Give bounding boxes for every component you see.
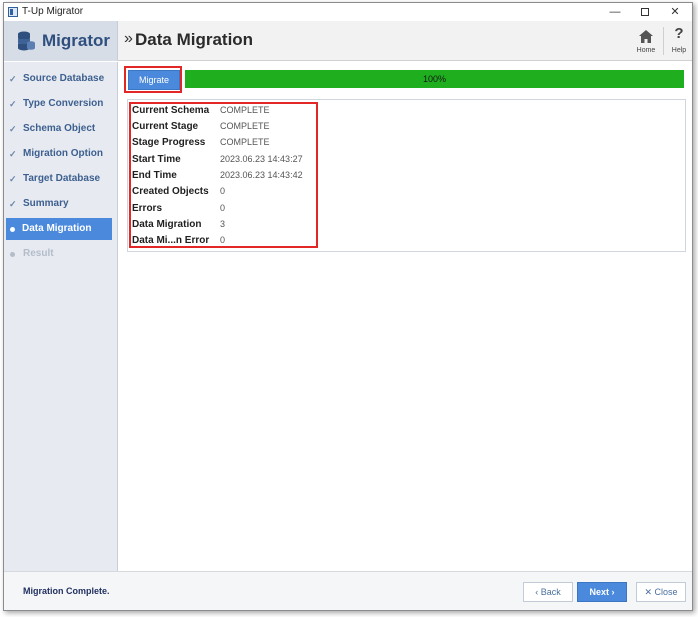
status-row-created-objects: Created Objects 0	[132, 186, 312, 202]
status-key: Current Schema	[132, 105, 210, 116]
status-key: End Time	[132, 170, 177, 181]
close-button[interactable]: ✕ Close	[636, 582, 686, 602]
sidebar-item-label: Migration Option	[23, 148, 103, 159]
sidebar-item-schema-object[interactable]: ✓ Schema Object	[4, 118, 112, 140]
status-value: 0	[220, 203, 226, 213]
sidebar-item-label: Summary	[23, 198, 69, 209]
maximize-button[interactable]	[630, 3, 660, 21]
help-label: Help	[671, 47, 687, 54]
status-value: 3	[220, 219, 226, 229]
status-row-end-time: End Time 2023.06.23 14:43:42	[132, 170, 312, 186]
status-row-start-time: Start Time 2023.06.23 14:43:27	[132, 154, 312, 170]
status-value: 2023.06.23 14:43:27	[220, 154, 303, 164]
status-value: COMPLETE	[220, 137, 270, 147]
sidebar-item-target-database[interactable]: ✓ Target Database	[4, 168, 112, 190]
check-icon: ✓	[9, 199, 17, 209]
status-key: Data Migration	[132, 219, 202, 230]
check-icon: ✓	[9, 149, 17, 159]
pending-step-icon	[10, 252, 15, 257]
sidebar-item-label: Target Database	[23, 173, 101, 184]
check-icon: ✓	[9, 74, 17, 84]
status-key: Created Objects	[132, 186, 209, 197]
status-row-stage-progress: Stage Progress COMPLETE	[132, 137, 312, 153]
status-row-data-migration: Data Migration 3	[132, 219, 312, 235]
sidebar-item-result: Result	[4, 243, 112, 265]
sidebar-item-migration-option[interactable]: ✓ Migration Option	[4, 143, 112, 165]
status-message: Migration Complete.	[23, 586, 110, 596]
minimize-button[interactable]: —	[600, 3, 630, 21]
header-bar: Migrator » Data Migration Home ? Help	[4, 21, 692, 61]
status-row-current-stage: Current Stage COMPLETE	[132, 121, 312, 137]
migration-progress-bar: 100%	[185, 70, 684, 88]
status-value: 0	[220, 186, 226, 196]
title-bar: T-Up Migrator — ✕	[4, 3, 692, 21]
breadcrumb-chevron: »	[124, 30, 133, 47]
sidebar-item-label: Type Conversion	[23, 98, 104, 109]
status-value: 0	[220, 235, 226, 245]
sidebar-item-type-conversion[interactable]: ✓ Type Conversion	[4, 93, 112, 115]
progress-label: 100%	[422, 74, 447, 84]
home-icon	[639, 30, 653, 43]
check-icon: ✓	[9, 174, 17, 184]
app-icon	[8, 7, 18, 17]
status-value: COMPLETE	[220, 105, 270, 115]
database-icon	[18, 31, 35, 51]
sidebar-item-label: Result	[23, 248, 54, 259]
back-button[interactable]: ‹ Back	[523, 582, 573, 602]
status-row-current-schema: Current Schema COMPLETE	[132, 105, 312, 121]
footer-bar: Migration Complete. ‹ Back Next › ✕ Clos…	[4, 571, 692, 610]
app-logo: Migrator	[4, 21, 118, 61]
status-row-data-migration-error: Data Mi...n Error 0	[132, 235, 312, 251]
window-title: T-Up Migrator	[22, 6, 84, 17]
check-icon: ✓	[9, 99, 17, 109]
status-row-errors: Errors 0	[132, 203, 312, 219]
status-value: 2023.06.23 14:43:42	[220, 170, 303, 180]
status-key: Start Time	[132, 154, 181, 165]
wizard-steps-sidebar: ✓ Source Database ✓ Type Conversion ✓ Sc…	[4, 62, 118, 571]
sidebar-item-label: Source Database	[23, 73, 105, 84]
home-label: Home	[636, 47, 656, 54]
maximize-icon	[641, 8, 649, 17]
app-window: T-Up Migrator — ✕ Migrator » Data Migrat…	[3, 2, 693, 611]
header-divider	[663, 27, 664, 55]
status-key: Errors	[132, 203, 163, 214]
status-value: COMPLETE	[220, 121, 270, 131]
help-icon: ?	[674, 25, 684, 42]
check-icon: ✓	[9, 124, 17, 134]
page-title: Data Migration	[135, 30, 254, 49]
close-window-button[interactable]: ✕	[660, 3, 690, 21]
home-button[interactable]: Home	[632, 25, 660, 57]
help-button[interactable]: ? Help	[665, 25, 693, 57]
next-button[interactable]: Next ›	[577, 582, 627, 602]
sidebar-item-source-database[interactable]: ✓ Source Database	[4, 68, 112, 90]
sidebar-item-summary[interactable]: ✓ Summary	[4, 193, 112, 215]
status-key: Current Stage	[132, 121, 199, 132]
app-name: Migrator	[42, 31, 110, 50]
status-key: Data Mi...n Error	[132, 235, 210, 246]
migrate-button[interactable]: Migrate	[128, 70, 180, 90]
sidebar-item-label: Data Migration	[22, 223, 92, 234]
status-key: Stage Progress	[132, 137, 206, 148]
sidebar-item-label: Schema Object	[23, 123, 96, 134]
sidebar-item-data-migration[interactable]: Data Migration	[6, 218, 112, 240]
current-step-icon	[10, 227, 15, 232]
